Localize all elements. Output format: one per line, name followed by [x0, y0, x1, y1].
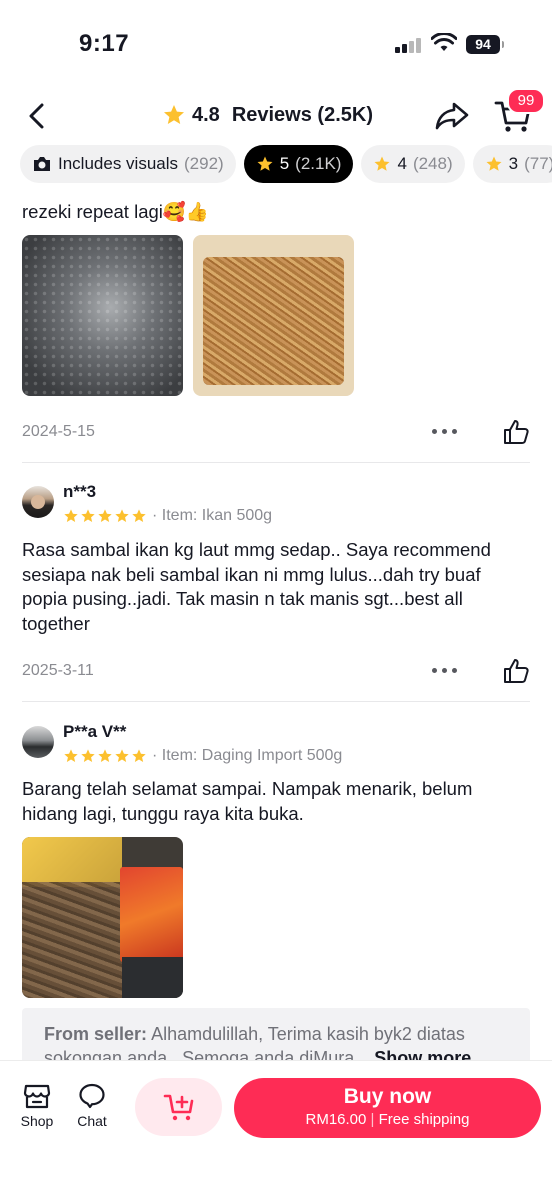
add-to-cart-icon — [163, 1094, 194, 1121]
avatar[interactable] — [22, 486, 54, 518]
reviewer-name: n**3 — [63, 482, 97, 501]
camera-icon — [34, 157, 50, 171]
share-icon[interactable] — [434, 100, 470, 132]
star-icon — [98, 509, 112, 522]
star-icon — [81, 749, 95, 762]
store-icon — [23, 1084, 51, 1109]
more-options-icon[interactable] — [432, 429, 458, 435]
star-icon — [98, 749, 112, 762]
add-to-cart-button[interactable] — [135, 1078, 222, 1136]
status-bar: 9:17 94 — [0, 0, 552, 90]
shop-label: Shop — [20, 1113, 54, 1129]
page-title: 4.8 Reviews (2.5K) — [162, 103, 373, 127]
chat-bubble-icon — [79, 1083, 105, 1109]
wifi-icon — [431, 33, 457, 51]
reviews-list[interactable]: rezeki repeat lagi🥰👍 2024-5-15 n**3 · It… — [0, 186, 552, 1060]
average-rating: 4.8 — [192, 103, 220, 126]
header: 4.8 Reviews (2.5K) — [0, 90, 552, 144]
price: RM16.00 — [305, 1111, 367, 1128]
filter-includes-visuals[interactable]: Includes visuals (292) — [20, 145, 236, 183]
filter-label: 5 — [279, 154, 290, 173]
cart-count-badge: 99 — [507, 88, 545, 114]
item-variant-text: Item: Ikan 500g — [161, 507, 273, 524]
divider — [22, 462, 530, 463]
rating-filter-bar: Includes visuals (292) 5 (2.1K) 4 (248) … — [20, 145, 552, 185]
star-icon — [374, 156, 390, 171]
like-icon[interactable] — [502, 657, 530, 685]
seller-reply: From seller: Alhamdulillah, Terima kasih… — [22, 1008, 530, 1060]
star-icon — [115, 509, 129, 522]
shop-button[interactable]: Shop — [12, 1083, 62, 1129]
item-variant: · Item: Daging Import 500g — [152, 747, 343, 764]
item-variant: · Item: Ikan 500g — [152, 507, 273, 524]
like-icon[interactable] — [502, 418, 530, 446]
filter-5-stars[interactable]: 5 (2.1K) — [243, 145, 354, 183]
chat-button[interactable]: Chat — [67, 1083, 117, 1129]
chat-label: Chat — [77, 1113, 107, 1129]
back-arrow-icon[interactable] — [22, 100, 54, 132]
show-more-link[interactable]: Show more — [374, 1048, 471, 1060]
star-icon — [64, 749, 78, 762]
review-photo[interactable] — [22, 235, 183, 396]
shipping-label: Free shipping — [378, 1111, 470, 1128]
filter-label: 3 — [508, 154, 519, 173]
filter-count: (248) — [412, 154, 453, 173]
star-icon — [81, 509, 95, 522]
review-photo[interactable] — [22, 837, 183, 998]
cellular-signal-icon — [395, 37, 425, 53]
star-icon — [164, 105, 184, 124]
battery-icon: 94 — [466, 35, 504, 54]
filter-4-stars[interactable]: 4 (248) — [361, 145, 465, 183]
filter-count: (77) — [524, 154, 552, 173]
divider — [22, 701, 530, 702]
star-rating — [63, 748, 147, 764]
avatar[interactable] — [22, 726, 54, 758]
filter-count: (2.1K) — [295, 154, 342, 173]
star-icon — [115, 749, 129, 762]
star-icon — [132, 509, 146, 522]
star-icon — [64, 509, 78, 522]
star-rating — [63, 508, 147, 524]
filter-label: Includes visuals — [58, 154, 179, 173]
review-photo[interactable] — [193, 235, 354, 396]
more-options-icon[interactable] — [432, 668, 458, 674]
filter-count: (292) — [184, 154, 224, 173]
item-variant-text: Item: Daging Import 500g — [161, 747, 343, 764]
review-date: 2025-3-11 — [22, 662, 94, 679]
buy-now-label: Buy now — [343, 1085, 432, 1108]
star-icon — [486, 156, 502, 171]
filter-label: 4 — [397, 154, 407, 173]
reviewer-name: P**a V** — [63, 722, 127, 741]
star-icon — [132, 749, 146, 762]
review-text: rezeki repeat lagi🥰👍 — [22, 201, 209, 222]
seller-reply-label: From seller: — [44, 1024, 148, 1044]
review-date: 2024-5-15 — [22, 423, 95, 440]
price-shipping: RM16.00 | Free shipping — [305, 1111, 470, 1128]
reviews-title: Reviews (2.5K) — [231, 103, 373, 126]
review-text: Rasa sambal ikan kg laut mmg sedap.. Say… — [22, 539, 491, 634]
status-time: 9:17 — [79, 30, 130, 57]
review-text: Barang telah selamat sampai. Nampak mena… — [22, 778, 473, 824]
filter-3-stars[interactable]: 3 (77) — [472, 145, 552, 183]
bottom-action-bar: Shop Chat Buy now RM16.00 | Free shippin… — [0, 1060, 552, 1201]
star-icon — [257, 156, 273, 171]
buy-now-button[interactable]: Buy now RM16.00 | Free shipping — [234, 1078, 541, 1138]
